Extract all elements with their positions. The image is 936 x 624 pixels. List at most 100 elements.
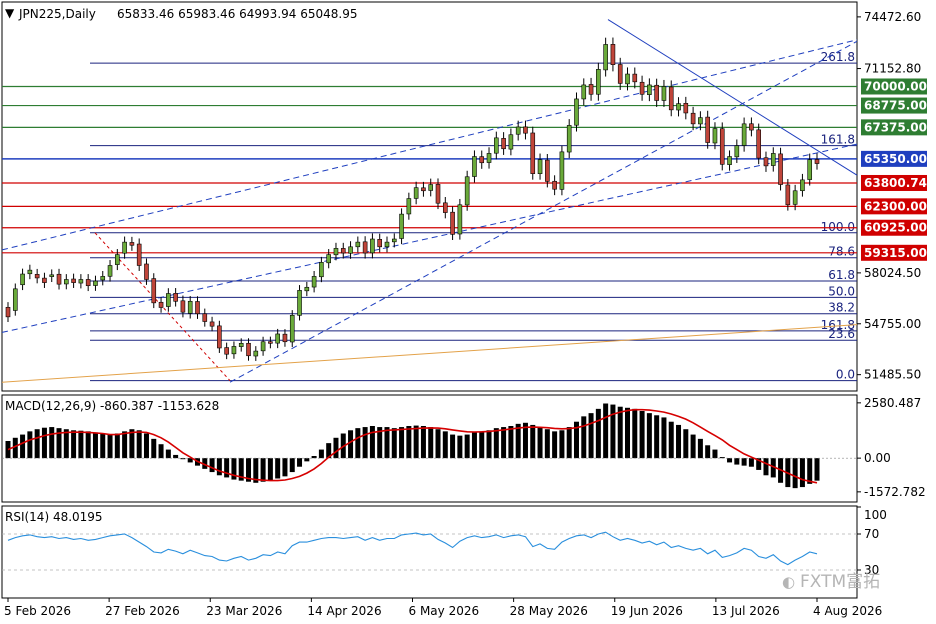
rsi-title: RSI(14) 48.0195: [5, 510, 103, 524]
macd-histogram-bar: [420, 426, 426, 459]
fib-level-label: 161.8: [821, 133, 855, 147]
macd-histogram-bar: [814, 458, 820, 481]
macd-histogram-bar: [151, 438, 157, 459]
candle[interactable]: [559, 145, 565, 196]
fib-level-label: 61.8: [828, 268, 855, 282]
macd-histogram-bar: [450, 434, 456, 459]
candle[interactable]: [297, 285, 302, 321]
macd-histogram-bar: [209, 458, 215, 473]
candle[interactable]: [719, 122, 725, 171]
macd-axis-label: 0.00: [864, 451, 891, 465]
macd-histogram-bar: [78, 430, 84, 459]
collapse-arrow-icon[interactable]: ▼: [5, 6, 15, 20]
macd-histogram-bar: [41, 427, 47, 459]
price-tag-label: 62300.00: [864, 199, 927, 213]
macd-histogram-bar: [763, 458, 769, 476]
macd-histogram-bar: [267, 458, 273, 481]
macd-histogram-bar: [355, 428, 361, 459]
macd-histogram-bar: [216, 458, 222, 476]
macd-histogram-bar: [318, 449, 324, 459]
date-axis-label: 23 Mar 2026: [206, 604, 282, 618]
price-tag-label: 70000.00: [864, 79, 927, 93]
macd-histogram-bar: [632, 408, 638, 459]
macd-histogram-bar: [646, 413, 652, 459]
macd-histogram-bar: [173, 454, 179, 459]
macd-histogram-bar: [464, 434, 470, 459]
macd-histogram-bar: [107, 434, 113, 459]
fib-level-label: 50.0: [828, 284, 855, 298]
macd-histogram-bar: [413, 425, 419, 459]
macd-histogram-bar: [639, 411, 645, 459]
date-axis-label: 27 Feb 2026: [105, 604, 180, 618]
rsi-panel[interactable]: [1, 505, 858, 599]
macd-histogram-bar: [712, 449, 718, 459]
fxtm-logo-icon: ◐: [782, 573, 795, 591]
macd-histogram-bar: [705, 445, 711, 459]
date-axis-label: 5 Feb 2026: [4, 604, 71, 618]
macd-histogram-bar: [471, 432, 477, 459]
candle[interactable]: [289, 310, 295, 347]
macd-histogram-bar: [799, 458, 805, 488]
candle[interactable]: [756, 123, 761, 165]
macd-histogram-bar: [442, 431, 448, 459]
macd-histogram-bar: [136, 430, 142, 459]
macd-histogram-bar: [406, 426, 412, 459]
macd-histogram-bar: [552, 431, 558, 459]
macd-histogram-bar: [27, 431, 33, 459]
price-axis-label: 58024.50: [864, 266, 921, 280]
macd-axis-label: 2580.487: [864, 396, 921, 410]
candle[interactable]: [217, 320, 222, 353]
macd-histogram-bar: [493, 428, 499, 459]
macd-histogram-bar: [486, 430, 492, 459]
date-axis-label: 19 Jun 2026: [611, 604, 683, 618]
macd-histogram-bar: [297, 458, 303, 467]
macd-histogram-bar: [20, 434, 26, 459]
macd-histogram-bar: [435, 429, 441, 459]
macd-histogram-bar: [727, 458, 733, 463]
macd-histogram-bar: [683, 429, 689, 459]
macd-histogram-bar: [275, 458, 281, 479]
macd-histogram-bar: [668, 421, 674, 459]
candle[interactable]: [530, 126, 536, 180]
macd-histogram-bar: [224, 458, 230, 478]
fib-level-label: 0.0: [836, 368, 855, 382]
macd-histogram-bar: [544, 429, 550, 459]
macd-histogram-bar: [260, 458, 266, 482]
macd-histogram-bar: [501, 427, 507, 459]
macd-histogram-bar: [559, 430, 565, 459]
price-tag-label: 63800.74: [864, 176, 927, 190]
candle[interactable]: [457, 198, 463, 240]
macd-histogram-bar: [625, 407, 631, 459]
macd-histogram-bar: [100, 433, 106, 459]
macd-histogram-bar: [479, 431, 485, 459]
macd-histogram-bar: [71, 430, 77, 459]
macd-histogram-bar: [282, 458, 288, 477]
price-tag-label: 59315.00: [864, 246, 927, 260]
macd-histogram-bar: [304, 458, 310, 462]
macd-histogram-bar: [457, 435, 463, 459]
fib-level-label: 100.0: [821, 220, 855, 234]
date-axis-label: 4 Aug 2026: [813, 604, 882, 618]
candle[interactable]: [151, 273, 157, 309]
trading-chart[interactable]: 261.8161.8100.078.661.850.038.2161.823.6…: [0, 0, 936, 624]
macd-histogram-bar: [165, 449, 171, 459]
macd-histogram-bar: [581, 416, 587, 459]
macd-histogram-bar: [654, 415, 660, 459]
fib-level-label: 78.6: [828, 245, 855, 259]
candle[interactable]: [778, 147, 783, 191]
macd-histogram-bar: [114, 433, 120, 459]
macd-histogram-bar: [537, 427, 543, 459]
price-tag-label: 67375.00: [864, 120, 927, 134]
price-tag-label: 60925.00: [864, 221, 927, 235]
macd-histogram-bar: [129, 429, 135, 459]
price-tag-label: 68775.00: [864, 99, 927, 113]
macd-histogram-bar: [617, 406, 623, 459]
macd-histogram-bar: [588, 413, 594, 459]
date-axis-label: 6 May 2026: [409, 604, 480, 618]
macd-histogram-bar: [92, 432, 98, 459]
candle[interactable]: [464, 170, 470, 211]
macd-histogram-bar: [63, 429, 69, 459]
macd-histogram-bar: [49, 427, 55, 459]
price-panel[interactable]: [1, 1, 858, 392]
macd-histogram-bar: [595, 408, 601, 459]
